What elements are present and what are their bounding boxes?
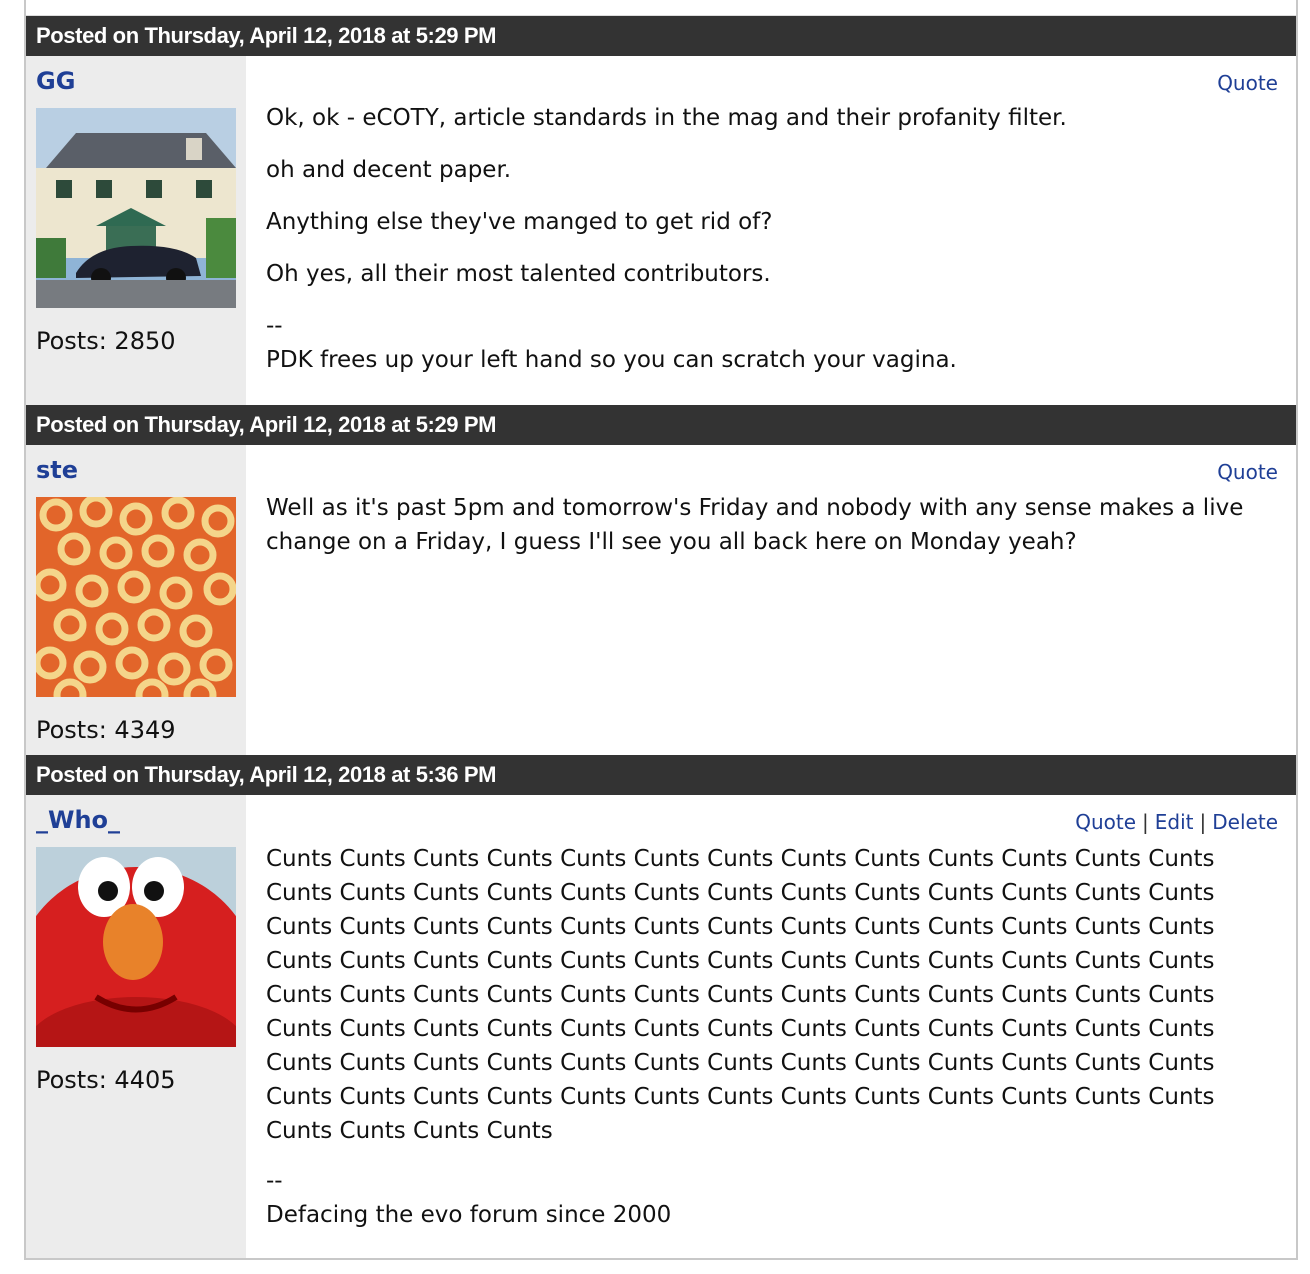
post: _Who_ Posts: 4405 Quote|Edit|Delete [26,795,1296,1258]
post-count: Posts: 4405 [36,1066,176,1094]
quote-link[interactable]: Quote [1075,810,1136,834]
post-paragraph: Well as it's past 5pm and tomorrow's Fri… [266,495,1244,555]
post-paragraph: Oh yes, all their most talented contribu… [266,261,771,287]
quote-link[interactable]: Quote [1217,460,1278,484]
edit-link[interactable]: Edit [1155,810,1194,834]
signature-separator: -- [266,1168,283,1194]
username-link[interactable]: _Who_ [36,805,246,835]
username-link[interactable]: ste [36,455,246,485]
post-actions: Quote | Edit | Delete [1075,805,1278,839]
username-link[interactable]: GG [36,66,246,96]
avatar [36,108,236,308]
post-line: Cunts Cunts Cunts Cunts Cunts Cunts Cunt… [266,914,1215,940]
post: ste Posts: 4349 Quote Well as it's past … [26,445,1296,755]
previous-post-edge [26,0,1296,16]
forum-thread: Posted on Thursday, April 12, 2018 at 5:… [24,0,1298,1260]
post-line: Cunts Cunts Cunts Cunts Cunts Cunts Cunt… [266,1050,1215,1076]
post-paragraph: Anything else they've manged to get rid … [266,209,773,235]
signature-separator: -- [266,313,283,339]
post-paragraph: Ok, ok - eCOTY, article standards in the… [266,105,1067,131]
post-actions: Quote [1217,455,1278,489]
post-count: Posts: 2850 [36,327,176,355]
post-line: Cunts Cunts Cunts Cunts Cunts Cunts Cunt… [266,1016,1215,1042]
post-author-panel: ste Posts: 4349 [26,445,246,755]
post-actions: Quote [1217,66,1278,100]
house-with-porsche-photo-icon [36,108,236,308]
post-header: Posted on Thursday, April 12, 2018 at 5:… [26,405,1296,445]
post-body: Quote | Edit | Delete Cunts Cunts Cunts Cunt… [246,795,1296,1258]
signature: Defacing the evo forum since 2000 [266,1202,672,1228]
signature: PDK frees up your left hand so you can s… [266,347,957,373]
post-author-panel: GG Posts: 2850 [26,56,246,405]
post-line: Cunts Cunts Cunts Cunts Cunts Cunts Cunt… [266,982,1215,1008]
elmo-photo-icon [36,847,236,1047]
post-line: Cunts Cunts Cunts Cunts Cunts Cunts Cunt… [266,1084,1215,1110]
post-line: Cunts Cunts Cunts Cunts Cunts Cunts Cunt… [266,880,1215,906]
post-body: Quote Well as it's past 5pm and tomorrow… [246,445,1296,755]
post-line: Cunts Cunts Cunts Cunts [266,1118,553,1144]
post-line: Cunts Cunts Cunts Cunts Cunts Cunts Cunt… [266,948,1215,974]
avatar [36,497,236,697]
post-body: Quote Ok, ok - eCOTY, article standards … [246,56,1296,405]
post: GG Posts: 2850 Quote Ok, ok - eCOTY, art… [26,56,1296,405]
avatar [36,847,236,1047]
post-header: Posted on Thursday, April 12, 2018 at 5:… [26,16,1296,56]
post-author-panel: _Who_ Posts: 4405 [26,795,246,1258]
post-line: Cunts Cunts Cunts Cunts Cunts Cunts Cunt… [266,846,1215,872]
action-separator: | [1199,810,1207,834]
quote-link[interactable]: Quote [1217,71,1278,95]
action-separator: | [1142,810,1149,834]
post-header: Posted on Thursday, April 12, 2018 at 5:… [26,755,1296,795]
post-paragraph: oh and decent paper. [266,157,512,183]
post-count: Posts: 4349 [36,716,176,744]
delete-link[interactable]: Delete [1212,810,1278,834]
spaghetti-hoops-photo-icon [36,497,236,697]
